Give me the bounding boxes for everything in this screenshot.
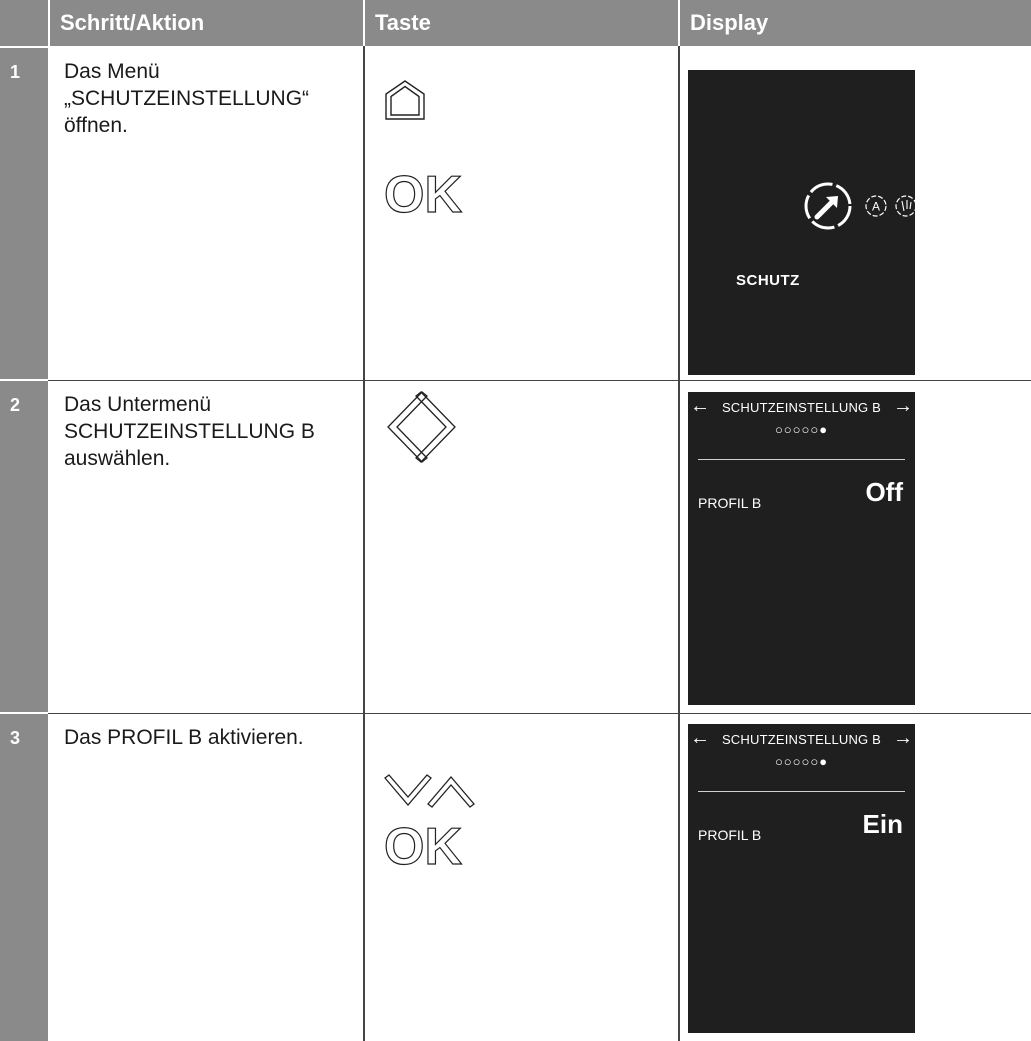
ok-label: OK — [384, 822, 462, 868]
display-setting-value: Off — [865, 477, 903, 507]
column-divider — [363, 46, 365, 1041]
row-number-3: 3 — [0, 714, 48, 1041]
protection-gauge-icon — [802, 180, 854, 232]
page-indicator: ○○○○○● — [774, 754, 829, 769]
partial-circle-icon — [894, 194, 915, 218]
ok-label: OK — [384, 170, 462, 216]
ok-icon: OK — [384, 822, 476, 868]
display-title: SCHUTZEINSTELLUNG B — [721, 400, 882, 415]
display-divider — [698, 791, 905, 792]
display-menu-label: SCHUTZ — [736, 272, 800, 289]
page-indicator: ○○○○○● — [774, 422, 829, 437]
step-text-2: Das Untermenü SCHUTZEINSTELLUNG B auswäh… — [64, 393, 315, 470]
header-number — [0, 0, 48, 46]
display-right-arrow-icon: → — [893, 395, 913, 417]
header-display: Display — [680, 0, 1031, 46]
right-icon — [415, 390, 459, 464]
row-number-1: 1 — [0, 48, 48, 379]
ok-icon: OK — [384, 170, 476, 216]
display-setting-label: PROFIL B — [698, 495, 762, 511]
display-screen-3: ← SCHUTZEINSTELLUNG B → ○○○○○● PROFIL B … — [688, 724, 915, 1033]
display-title: SCHUTZEINSTELLUNG B — [721, 732, 882, 747]
column-divider — [678, 46, 680, 1041]
home-icon — [383, 78, 427, 122]
row-number-2: 2 — [0, 381, 48, 712]
header-step: Schritt/Aktion — [50, 0, 363, 46]
row-divider — [48, 713, 1031, 714]
svg-text:A: A — [872, 200, 880, 214]
up-icon — [426, 774, 476, 808]
display-right-arrow-icon: → — [893, 727, 913, 749]
step-text-1: Das Menü „SCHUTZEINSTELLUNG“ öffnen. — [64, 60, 310, 137]
display-setting-value: Ein — [862, 809, 903, 839]
display-screen-1: A SCHUTZ — [688, 70, 915, 375]
display-divider — [698, 459, 905, 460]
a-circle-icon: A — [864, 194, 888, 218]
row-divider — [48, 380, 1031, 381]
display-setting-label: PROFIL B — [698, 827, 762, 843]
step-text-3: Das PROFIL B aktivieren. — [64, 726, 304, 749]
display-screen-2: ← SCHUTZEINSTELLUNG B → ○○○○○● PROFIL B … — [688, 392, 915, 705]
header-key: Taste — [365, 0, 678, 46]
